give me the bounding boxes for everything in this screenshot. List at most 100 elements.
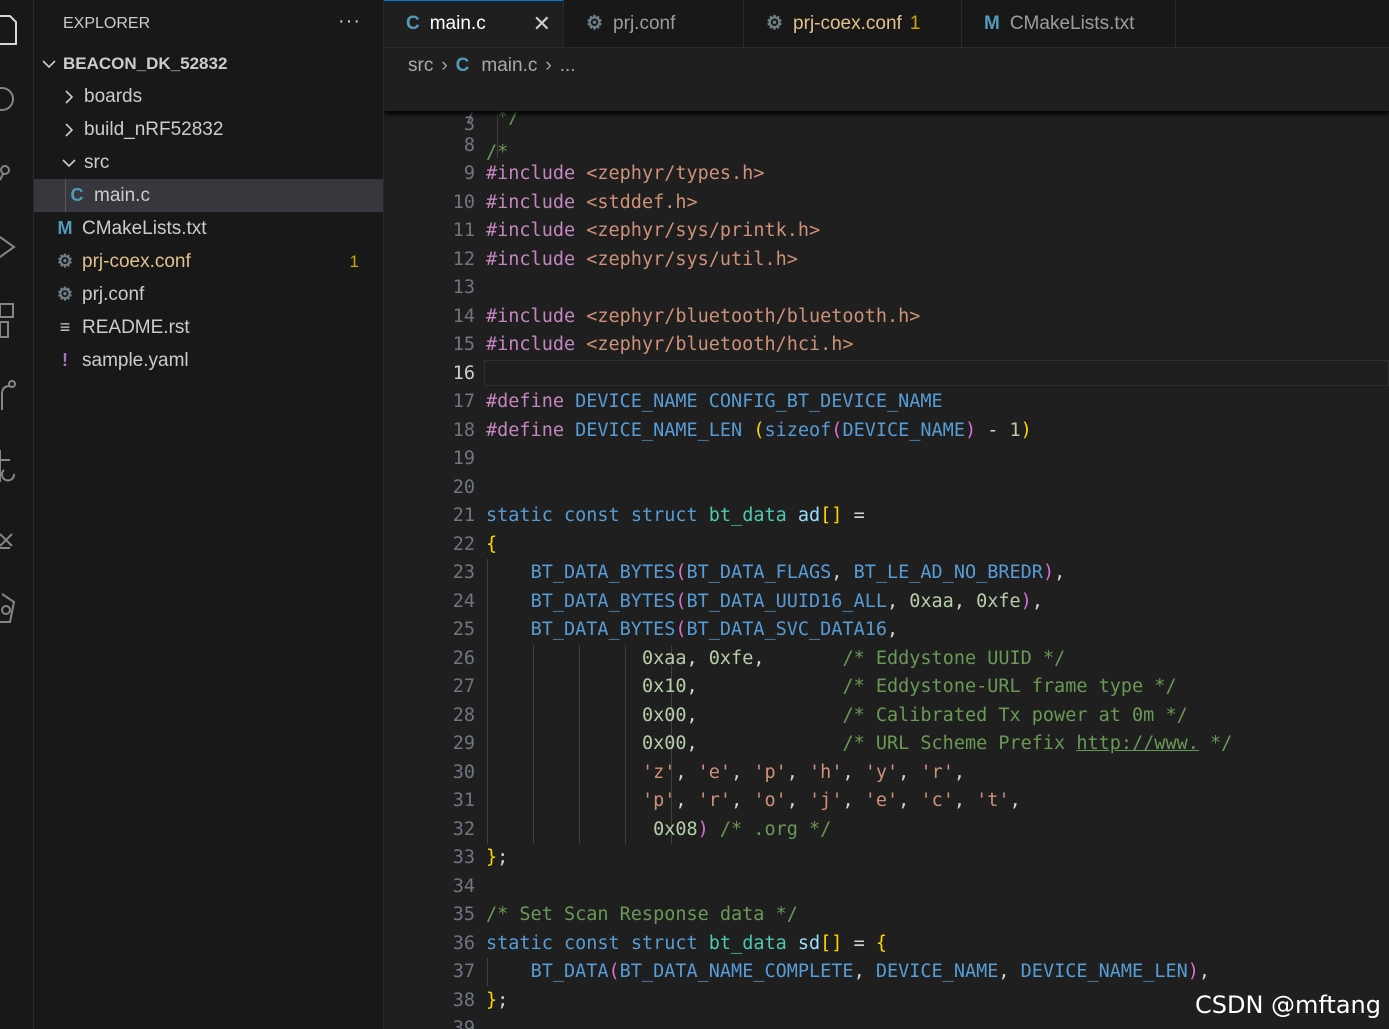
code-token: CONFIG_BT_DEVICE_NAME [708, 391, 943, 412]
tree-item-readme[interactable]: ≡ README.rst [34, 311, 383, 344]
remote-icon[interactable] [0, 378, 18, 410]
breadcrumb-more[interactable]: ... [560, 55, 576, 77]
code-token: bt_data [708, 933, 787, 954]
code-token: <zephyr/sys/util.h> [586, 249, 798, 270]
source-control-icon[interactable] [0, 158, 18, 188]
code-token: sd [797, 933, 821, 954]
cmake-file-icon: M [984, 12, 1000, 34]
chevron-down-icon [60, 158, 78, 168]
code-token: DEVICE_NAME_LEN [575, 420, 743, 441]
line-number: 18 [452, 420, 475, 441]
code-token: BT_DATA_BYTES [530, 591, 676, 612]
run-debug-icon[interactable] [0, 232, 18, 262]
tree-item-main-c[interactable]: C main.c [34, 179, 383, 212]
code-token: <zephyr/sys/printk.h> [586, 220, 821, 241]
line-number: 22 [452, 534, 475, 555]
code-token: 'e' [697, 762, 732, 783]
tree-item-label: boards [84, 85, 143, 107]
activity-bar [0, 0, 34, 1029]
code-token: #include [486, 192, 576, 213]
explorer-title: EXPLORER [63, 14, 151, 32]
line-number: 13 [452, 277, 475, 298]
code-token: BT_DATA_UUID16_ALL [686, 591, 887, 612]
tree-item-prj-coex-conf[interactable]: ⚙ prj-coex.conf 1 [34, 245, 383, 278]
line-number: 31 [452, 790, 475, 811]
nordic-icon[interactable] [0, 448, 18, 482]
gear-icon: ⚙ [56, 284, 74, 304]
tree-item-src[interactable]: src [34, 146, 383, 179]
code-token: /* URL Scheme Prefix [842, 733, 1077, 754]
sticky-scroll[interactable]: 3 /* [384, 84, 1389, 163]
tree-item-build[interactable]: build_nRF52832 [34, 113, 383, 146]
code-token: #include [486, 249, 576, 270]
c-file-icon: C [406, 13, 420, 34]
code-token: bt_data [708, 505, 787, 526]
code-editor[interactable]: 3 /* 7 */ 8 9 #include <zephyr/types.h> 1… [384, 84, 1389, 1029]
code-token: DEVICE_NAME [575, 391, 698, 412]
code-token: 0x00 [641, 733, 687, 754]
code-token: const [563, 505, 620, 526]
tab-prj-conf[interactable]: ⚙ prj.conf [564, 0, 744, 47]
tree-item-boards[interactable]: boards [34, 80, 383, 113]
code-token: 0x00 [641, 705, 687, 726]
explorer-icon[interactable] [0, 14, 18, 45]
project-name: BEACON_DK_52832 [63, 53, 228, 73]
line-number: 20 [452, 477, 475, 498]
code-token: /* Eddystone-URL frame type */ [842, 676, 1177, 697]
gear-icon: ⚙ [766, 13, 784, 34]
more-actions-icon[interactable]: ··· [338, 10, 361, 33]
code-token: BT_DATA_BYTES [530, 562, 676, 583]
c-file-icon: C [70, 185, 84, 205]
tree-item-prj-conf[interactable]: ⚙ prj.conf [34, 278, 383, 311]
line-number: 29 [452, 733, 475, 754]
code-token: 'p' [641, 790, 676, 811]
line-number: 27 [452, 676, 475, 697]
explorer-header: EXPLORER ··· [34, 0, 383, 47]
code-token: struct [630, 933, 698, 954]
tree-item-cmakelists[interactable]: M CMakeLists.txt [34, 212, 383, 245]
code-token: 0xaa [641, 648, 687, 669]
line-number: 12 [452, 249, 475, 270]
tree-indent-guide [65, 179, 66, 212]
code-token: 'p' [753, 762, 787, 783]
tab-main-c[interactable]: C main.c ✕ [384, 0, 564, 47]
code-token: - [976, 420, 1010, 441]
code-token: 'h' [809, 762, 843, 783]
extensions-icon[interactable] [0, 302, 18, 338]
c-file-icon: C [455, 55, 470, 76]
chevron-right-icon: › [545, 55, 552, 76]
code-token: BT_DATA_SVC_DATA16 [686, 619, 887, 640]
code-token: 0x10 [641, 676, 687, 697]
line-number: 3 [463, 114, 475, 135]
code-link[interactable]: http://www. [1076, 733, 1199, 754]
code-token: 'o' [753, 790, 787, 811]
code-token: 'r' [697, 790, 732, 811]
code-token: DEVICE_NAME [842, 420, 965, 441]
device-icon[interactable] [0, 592, 18, 623]
tab-prj-coex-conf[interactable]: ⚙ prj-coex.conf 1 [744, 0, 962, 47]
line-number: 15 [452, 334, 475, 355]
code-token: 'r' [920, 762, 954, 783]
line-number: 39 [452, 1018, 475, 1029]
tree-item-sample-yaml[interactable]: ! sample.yaml [34, 344, 383, 377]
line-number: 32 [452, 819, 475, 840]
line-number: 24 [452, 591, 475, 612]
tab-label: prj.conf [613, 12, 676, 34]
code-token: struct [630, 505, 698, 526]
code-token: BT_LE_AD_NO_BREDR [853, 562, 1043, 583]
search-icon[interactable] [0, 84, 18, 114]
code-text: /* Set Scan Response data */ [486, 904, 798, 925]
line-number: 17 [452, 391, 475, 412]
breadcrumb-folder[interactable]: src [408, 55, 433, 77]
tree-item-label: CMakeLists.txt [82, 217, 207, 239]
testing-icon[interactable] [0, 526, 18, 556]
code-token: #define [486, 391, 564, 412]
tree-item-label: README.rst [82, 316, 190, 338]
cmake-file-icon: M [57, 218, 73, 238]
code-token: <zephyr/bluetooth/bluetooth.h> [586, 306, 921, 327]
close-icon[interactable]: ✕ [533, 11, 551, 37]
code-token: /* Eddystone UUID */ [842, 648, 1066, 669]
project-root[interactable]: BEACON_DK_52832 [34, 47, 383, 80]
tab-cmakelists[interactable]: M CMakeLists.txt [962, 0, 1176, 47]
breadcrumb-file[interactable]: main.c [481, 55, 537, 77]
